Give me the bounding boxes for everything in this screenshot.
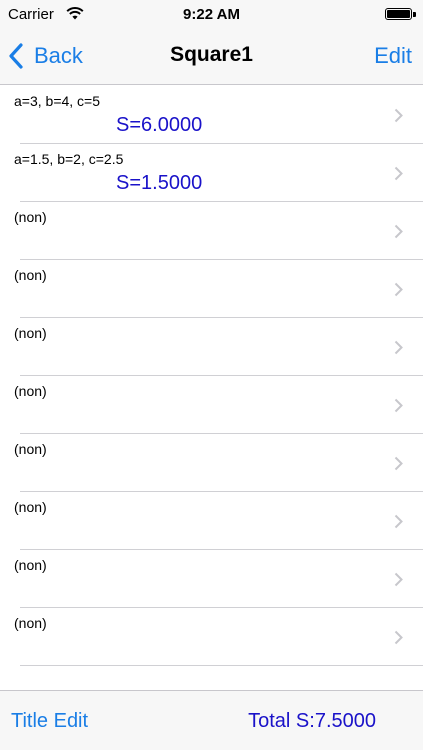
- edit-button[interactable]: Edit: [374, 43, 412, 69]
- calculation-list: a=3, b=4, c=5 S=6.0000 a=1.5, b=2, c=2.5…: [0, 86, 423, 690]
- battery-icon: [385, 8, 412, 20]
- row-result: S=6.0000: [116, 114, 203, 136]
- list-item[interactable]: (non): [0, 260, 423, 318]
- list-item[interactable]: (non): [0, 202, 423, 260]
- list-item[interactable]: (non): [0, 608, 423, 666]
- row-params: a=1.5, b=2, c=2.5: [14, 151, 124, 167]
- back-button[interactable]: Back: [8, 40, 83, 72]
- chevron-right-icon: [394, 340, 403, 355]
- title-edit-button[interactable]: Title Edit: [11, 710, 88, 733]
- total-area-label: Total S:7.5000: [248, 710, 376, 732]
- chevron-right-icon: [394, 224, 403, 239]
- chevron-right-icon: [394, 282, 403, 297]
- chevron-right-icon: [394, 166, 403, 181]
- row-params: (non): [14, 267, 47, 283]
- list-item[interactable]: a=1.5, b=2, c=2.5 S=1.5000: [0, 144, 423, 202]
- row-params: (non): [14, 615, 47, 631]
- chevron-right-icon: [394, 456, 403, 471]
- chevron-right-icon: [394, 572, 403, 587]
- list-item[interactable]: (non): [0, 318, 423, 376]
- status-time: 9:22 AM: [183, 6, 240, 23]
- battery-cap: [413, 12, 416, 17]
- chevron-right-icon: [394, 514, 403, 529]
- back-button-label: Back: [34, 43, 83, 68]
- chevron-right-icon: [394, 108, 403, 123]
- status-bar: Carrier 9:22 AM: [0, 0, 423, 28]
- row-params: (non): [14, 499, 47, 515]
- row-params: (non): [14, 325, 47, 341]
- list-item[interactable]: (non): [0, 434, 423, 492]
- list-item[interactable]: (non): [0, 492, 423, 550]
- row-params: a=3, b=4, c=5: [14, 93, 101, 109]
- row-params: (non): [14, 557, 47, 573]
- bottom-toolbar: Title Edit Total S:7.5000: [0, 690, 423, 750]
- row-params: (non): [14, 209, 47, 225]
- row-params: (non): [14, 383, 47, 399]
- row-params: (non): [14, 441, 47, 457]
- chevron-left-icon: [9, 43, 23, 69]
- navigation-bar: Back Square1 Edit: [0, 28, 423, 85]
- list-item[interactable]: (non): [0, 550, 423, 608]
- chevron-right-icon: [394, 398, 403, 413]
- list-item[interactable]: a=3, b=4, c=5 S=6.0000: [0, 86, 423, 144]
- chevron-right-icon: [394, 630, 403, 645]
- row-result: S=1.5000: [116, 172, 203, 194]
- list-item[interactable]: (non): [0, 376, 423, 434]
